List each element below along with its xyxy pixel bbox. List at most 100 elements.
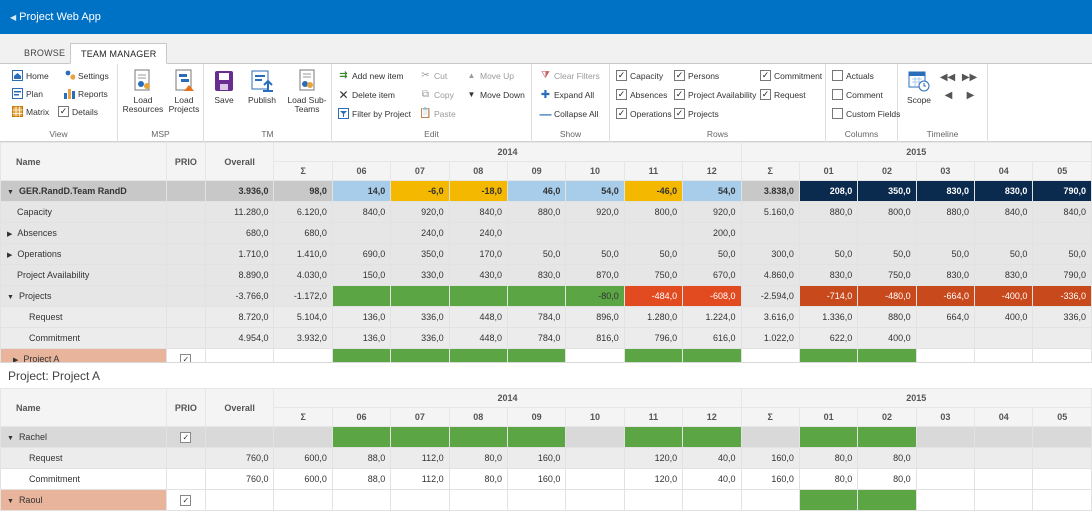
value-cell[interactable]: 240,0 [448, 222, 508, 244]
value-cell[interactable] [915, 468, 976, 490]
value-cell[interactable]: 350,0 [857, 180, 917, 202]
matrix-button[interactable]: Matrix [12, 106, 49, 117]
value-cell[interactable] [623, 489, 684, 511]
back-chevron-icon[interactable]: ◀ [10, 13, 16, 22]
col-header-period[interactable]: Σ [273, 161, 333, 181]
value-cell[interactable]: 300,0 [740, 243, 800, 265]
value-cell[interactable] [974, 327, 1034, 349]
value-cell[interactable]: 98,0 [273, 180, 333, 202]
col-header-overall[interactable]: Overall [204, 142, 275, 181]
row-name-cell[interactable]: ▼ Projects [0, 285, 167, 307]
add-new-item-button[interactable]: ⇉ Add new item [338, 70, 403, 81]
value-cell[interactable] [740, 426, 800, 448]
value-cell[interactable]: 830,0 [798, 264, 859, 286]
row-name-cell[interactable]: ▼ GER.RandD.Team RandD [0, 180, 167, 202]
collapse-triangle-icon[interactable]: ▼ [7, 189, 14, 196]
value-cell[interactable]: 40,0 [682, 468, 742, 490]
value-cell[interactable] [798, 489, 859, 511]
plan-button[interactable]: Plan [12, 88, 43, 99]
value-cell[interactable]: 784,0 [506, 306, 567, 328]
collapse-all-button[interactable]: — Collapse All [540, 107, 599, 121]
col-header-period[interactable]: 06 [331, 407, 392, 427]
value-cell[interactable]: 14,0 [331, 180, 392, 202]
value-cell[interactable]: 790,0 [1032, 264, 1092, 286]
col-header-period[interactable]: Σ [273, 407, 333, 427]
value-cell[interactable] [1032, 327, 1092, 349]
overall-cell[interactable]: 8.890,0 [204, 264, 275, 286]
value-cell[interactable]: -2.594,0 [740, 285, 800, 307]
tab-team-manager[interactable]: TEAM MANAGER [70, 43, 168, 64]
columns-custom-fields-checkbox[interactable]: Custom Fields [832, 108, 900, 119]
value-cell[interactable]: 400,0 [974, 306, 1034, 328]
overall-cell[interactable]: 1.710,0 [204, 243, 275, 265]
col-header-period[interactable]: 09 [506, 161, 567, 181]
col-header-period[interactable]: 01 [798, 407, 859, 427]
col-header-period[interactable]: 04 [974, 161, 1034, 181]
value-cell[interactable]: 150,0 [331, 264, 392, 286]
value-cell[interactable]: -664,0 [915, 285, 976, 307]
value-cell[interactable] [623, 426, 684, 448]
scope-button[interactable]: Scope [904, 69, 934, 105]
columns-actuals-checkbox[interactable]: Actuals [832, 70, 874, 81]
value-cell[interactable]: 896,0 [565, 306, 625, 328]
value-cell[interactable]: 160,0 [740, 447, 800, 469]
row-name-cell[interactable]: Commitment [0, 327, 167, 349]
home-button[interactable]: Home [12, 70, 49, 81]
project-grid-row[interactable]: Request 760,0 600,0 88,0 112,0 80,0 160,0 120,0… [0, 447, 1092, 469]
value-cell[interactable]: 840,0 [1032, 201, 1092, 223]
rows-capacity-checkbox[interactable]: ✓ Capacity [616, 70, 663, 81]
col-header-period[interactable]: 11 [623, 407, 684, 427]
value-cell[interactable]: 80,0 [448, 468, 508, 490]
col-header-period[interactable]: Σ [740, 161, 800, 181]
expand-triangle-icon[interactable]: ▶ [7, 251, 12, 259]
value-cell[interactable]: 50,0 [565, 243, 625, 265]
value-cell[interactable]: 336,0 [390, 306, 450, 328]
value-cell[interactable]: 50,0 [1032, 243, 1092, 265]
save-button[interactable]: Save [208, 69, 240, 105]
row-name-cell[interactable]: ▶ Operations [0, 243, 167, 265]
value-cell[interactable]: 880,0 [506, 201, 567, 223]
col-header-name[interactable]: Name [0, 142, 167, 181]
value-cell[interactable]: 830,0 [974, 180, 1034, 202]
value-cell[interactable]: 1.224,0 [682, 306, 742, 328]
value-cell[interactable]: -18,0 [448, 180, 508, 202]
team-grid-row[interactable]: Commitment 4.954,0 3.932,0 136,0 336,0 448,0 7… [0, 327, 1092, 349]
value-cell[interactable]: 840,0 [974, 201, 1034, 223]
value-cell[interactable]: 680,0 [273, 222, 333, 244]
value-cell[interactable]: 880,0 [798, 201, 859, 223]
value-cell[interactable]: 880,0 [915, 201, 976, 223]
move-down-button[interactable]: ▼ Move Down [466, 89, 525, 100]
value-cell[interactable] [390, 285, 450, 307]
col-header-period[interactable]: 07 [390, 407, 450, 427]
filter-by-project-button[interactable]: Filter by Project [338, 108, 411, 119]
timeline-next-button[interactable]: ▶ [965, 90, 979, 101]
value-cell[interactable]: 240,0 [390, 222, 450, 244]
value-cell[interactable] [448, 426, 508, 448]
value-cell[interactable] [506, 489, 567, 511]
value-cell[interactable]: 136,0 [331, 327, 392, 349]
value-cell[interactable]: 448,0 [448, 327, 508, 349]
value-cell[interactable]: 80,0 [857, 468, 917, 490]
value-cell[interactable]: 88,0 [331, 468, 392, 490]
value-cell[interactable]: 600,0 [273, 447, 333, 469]
value-cell[interactable]: -480,0 [857, 285, 917, 307]
project-grid-row[interactable]: ▼ Raoul ✓ [0, 489, 1092, 511]
details-checkbox[interactable]: ✓ Details [58, 106, 98, 117]
value-cell[interactable]: 870,0 [565, 264, 625, 286]
rows-persons-checkbox[interactable]: ✓ Persons [674, 70, 719, 81]
value-cell[interactable]: 80,0 [448, 447, 508, 469]
publish-button[interactable]: Publish [242, 69, 282, 105]
value-cell[interactable]: 3.838,0 [740, 180, 800, 202]
value-cell[interactable]: 830,0 [506, 264, 567, 286]
timeline-last-button[interactable]: ▶▶ [962, 72, 978, 83]
settings-button[interactable]: Settings [64, 70, 109, 81]
row-name-cell[interactable]: Commitment [0, 468, 167, 490]
expand-triangle-icon[interactable]: ▶ [7, 230, 12, 238]
value-cell[interactable]: 690,0 [331, 243, 392, 265]
value-cell[interactable]: 50,0 [857, 243, 917, 265]
cut-button[interactable]: ✂ Cut [420, 70, 447, 81]
overall-cell[interactable]: 8.720,0 [204, 306, 275, 328]
value-cell[interactable]: 664,0 [915, 306, 976, 328]
copy-button[interactable]: ⧉ Copy [420, 89, 454, 100]
col-header-period[interactable]: 03 [915, 407, 976, 427]
